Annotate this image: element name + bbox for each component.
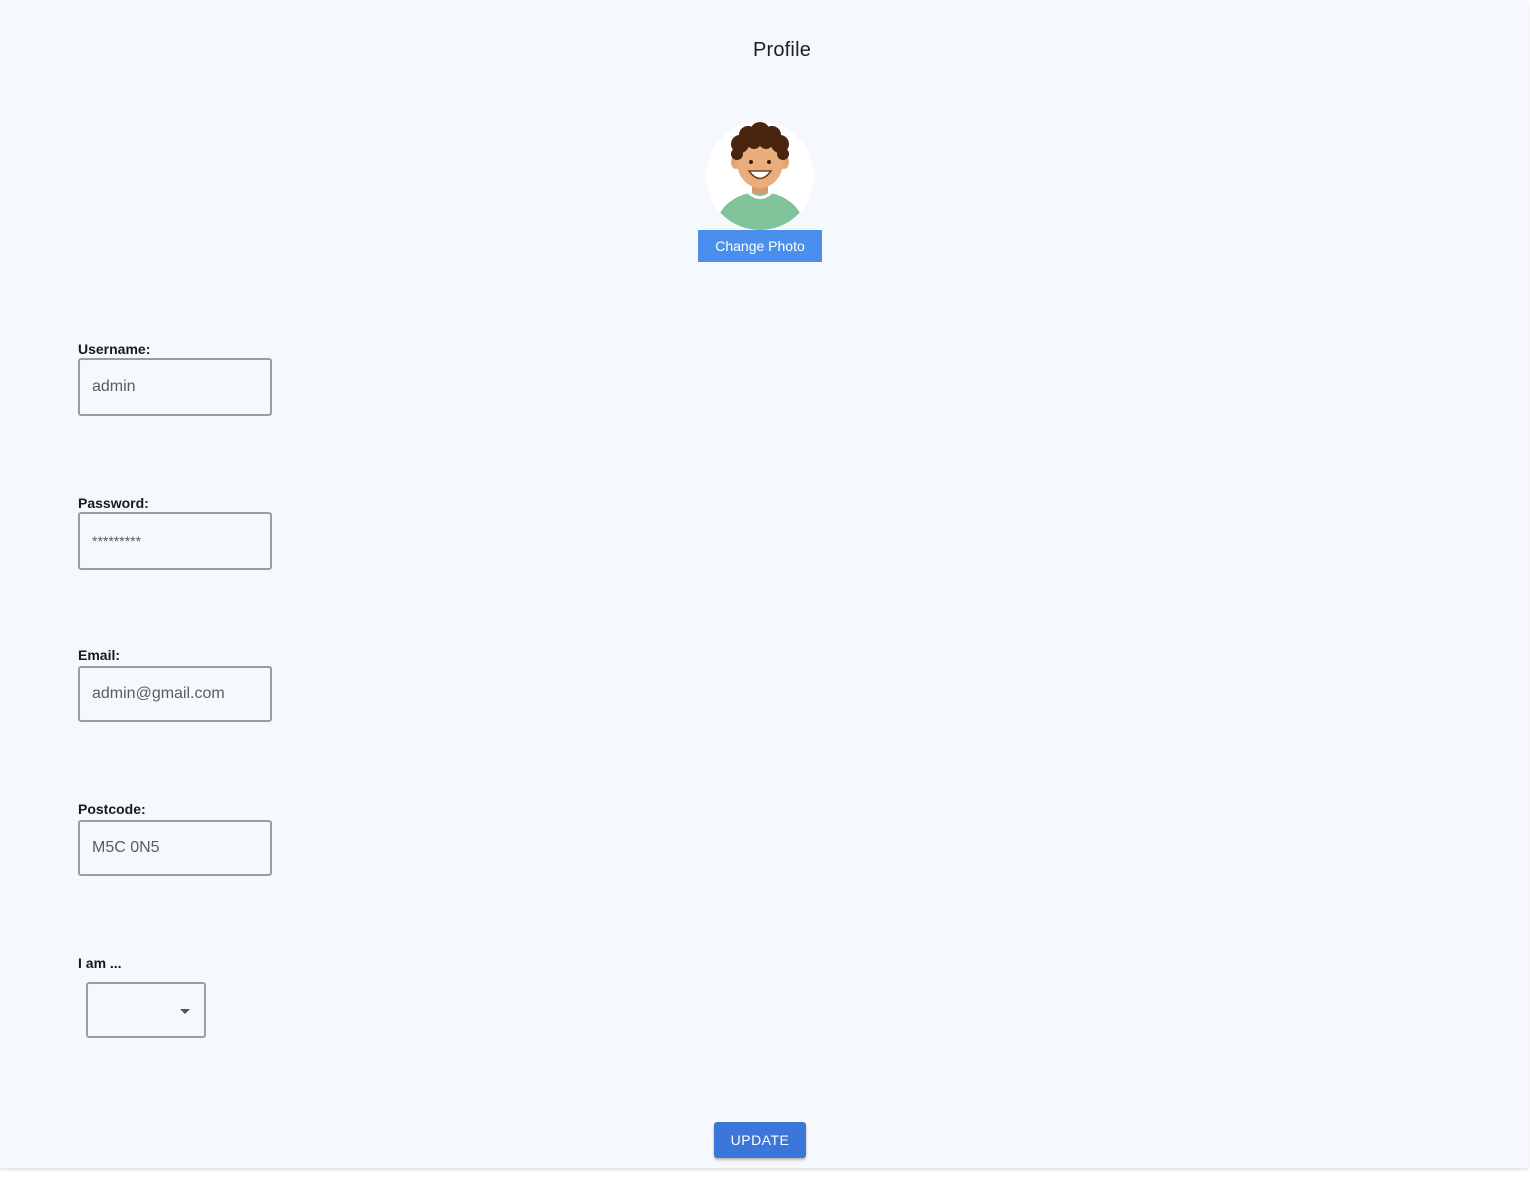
postcode-field[interactable]	[78, 820, 272, 876]
page-title: Profile	[752, 39, 812, 61]
password-label: Password:	[78, 495, 149, 511]
avatar-icon	[716, 122, 804, 230]
postcode-label: Postcode:	[78, 801, 146, 817]
email-field[interactable]	[78, 666, 272, 722]
username-field[interactable]	[78, 358, 272, 416]
profile-page: Profile Change Photo Username: admin Pas…	[0, 0, 1528, 1168]
update-button[interactable]: UPDATE	[714, 1122, 806, 1158]
username-label: Username:	[78, 341, 151, 357]
password-field[interactable]	[78, 512, 272, 570]
role-select[interactable]	[86, 982, 206, 1038]
chevron-down-icon	[180, 1009, 190, 1014]
change-photo-button[interactable]: Change Photo	[698, 230, 822, 262]
email-label: Email:	[78, 647, 121, 663]
avatar	[706, 122, 814, 230]
role-label: I am ...	[78, 955, 122, 971]
